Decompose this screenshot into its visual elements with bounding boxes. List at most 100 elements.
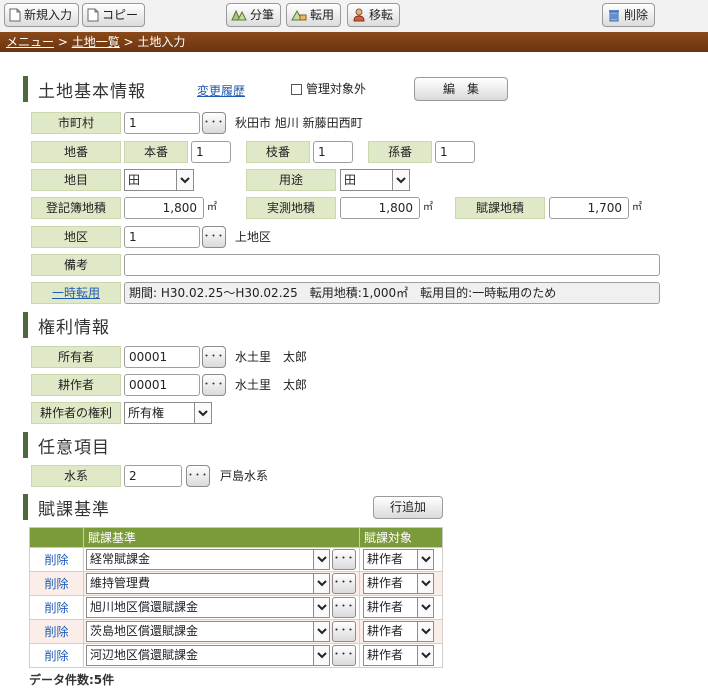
split-button[interactable]: 分筆 [226, 3, 282, 27]
delete-button[interactable]: 削除 [602, 3, 656, 27]
youto-select[interactable]: 田 [340, 169, 410, 191]
levy-target-select[interactable]: 耕作者 [363, 645, 434, 666]
water-system-input[interactable]: 2 [124, 465, 182, 487]
levy-table: 賦課基準 賦課対象 削除 経常賦課金 ･･･ 耕作者 削除 維持管理費 ･･･ … [29, 527, 443, 668]
section-basic-info-heading: 土地基本情報 [23, 76, 146, 102]
cultivator-right-select[interactable]: 所有権 [124, 402, 212, 424]
delete-row-link[interactable]: 削除 [29, 595, 84, 620]
levy-target-selected: 耕作者 [367, 600, 404, 614]
manage-exclude-checkbox[interactable] [291, 84, 302, 95]
levy-target-selected: 耕作者 [367, 648, 404, 662]
chevron-down-icon [417, 574, 433, 593]
transfer-label: 移転 [369, 8, 394, 22]
chevron-down-icon [392, 170, 409, 190]
person-icon [353, 8, 365, 22]
change-history-link[interactable]: 変更履歴 [197, 82, 245, 99]
levy-target-select[interactable]: 耕作者 [363, 573, 434, 594]
edaban-input[interactable]: 1 [313, 141, 353, 163]
section-bar [23, 76, 28, 102]
registered-area-input[interactable]: 1,800 [124, 197, 204, 219]
chevron-down-icon [313, 622, 329, 641]
district-code-input[interactable]: 1 [124, 226, 200, 248]
levy-basis-select[interactable]: 維持管理費 [86, 573, 330, 594]
convert-label: 転用 [310, 8, 335, 22]
levy-basis-select[interactable]: 旭川地区償還賦課金 [86, 597, 330, 618]
levy-target-select[interactable]: 耕作者 [363, 597, 434, 618]
document-icon [87, 8, 99, 22]
section-title: 任意項目 [38, 437, 110, 458]
cultivator-name: 水土里 太郎 [235, 378, 308, 392]
levy-area-input[interactable]: 1,700 [549, 197, 629, 219]
manage-exclude-label: 管理対象外 [306, 82, 367, 96]
transfer-button[interactable]: 移転 [347, 3, 401, 27]
copy-button[interactable]: コピー [82, 3, 146, 27]
convert-button[interactable]: 転用 [286, 3, 342, 27]
levy-target-select[interactable]: 耕作者 [363, 549, 434, 570]
convert-land-icon [291, 9, 307, 21]
levy-basis-search-button[interactable]: ･･･ [332, 645, 356, 666]
breadcrumb-separator: > [119, 35, 138, 49]
breadcrumb-list-link[interactable]: 土地一覧 [72, 35, 120, 49]
section-bar [23, 432, 28, 458]
section-title: 土地基本情報 [38, 81, 146, 102]
table-row: 削除 河辺地区償還賦課金 ･･･ 耕作者 [29, 643, 443, 668]
note-label: 備考 [31, 254, 121, 276]
table-row: 削除 維持管理費 ･･･ 耕作者 [29, 571, 443, 596]
chimoku-selected: 田 [128, 173, 141, 187]
levy-basis-search-button[interactable]: ･･･ [332, 549, 356, 570]
magoban-input[interactable]: 1 [435, 141, 475, 163]
district-name: 上地区 [235, 230, 272, 244]
delete-row-link[interactable]: 削除 [29, 643, 84, 668]
temporary-conversion-link[interactable]: 一時転用 [31, 282, 121, 304]
chevron-down-icon [417, 598, 433, 617]
delete-row-link[interactable]: 削除 [29, 547, 84, 572]
city-code-input[interactable]: 1 [124, 112, 200, 134]
column-header-target: 賦課対象 [359, 527, 443, 548]
honban-input[interactable]: 1 [191, 141, 231, 163]
levy-basis-select[interactable]: 経常賦課金 [86, 549, 330, 570]
chevron-down-icon [417, 622, 433, 641]
section-levy-heading: 賦課基準 [23, 494, 110, 520]
cultivator-label: 耕作者 [31, 374, 121, 396]
levy-basis-select[interactable]: 河辺地区償還賦課金 [86, 645, 330, 666]
city-search-button[interactable]: ･･･ [202, 112, 226, 134]
owner-label: 所有者 [31, 346, 121, 368]
edit-button[interactable]: 編 集 [414, 77, 508, 101]
owner-code-input[interactable]: 00001 [124, 346, 200, 368]
registered-area-label: 登記簿地積 [31, 197, 121, 219]
breadcrumb-menu-link[interactable]: メニュー [6, 35, 54, 49]
delete-row-link[interactable]: 削除 [29, 619, 84, 644]
cultivator-code-input[interactable]: 00001 [124, 374, 200, 396]
levy-basis-search-button[interactable]: ･･･ [332, 573, 356, 594]
chevron-down-icon [313, 550, 329, 569]
chimoku-label: 地目 [31, 169, 121, 191]
cultivator-search-button[interactable]: ･･･ [202, 374, 226, 396]
levy-basis-selected: 河辺地区償還賦課金 [90, 648, 199, 662]
levy-basis-search-button[interactable]: ･･･ [332, 621, 356, 642]
section-rights-heading: 権利情報 [23, 312, 110, 338]
record-count: データ件数:5件 [29, 673, 115, 687]
levy-target-selected: 耕作者 [367, 624, 404, 638]
delete-row-link[interactable]: 削除 [29, 571, 84, 596]
levy-target-select[interactable]: 耕作者 [363, 621, 434, 642]
city-name: 秋田市 旭川 新藤田西町 [235, 116, 363, 130]
chevron-down-icon [313, 574, 329, 593]
breadcrumb-current: 土地入力 [137, 35, 186, 49]
levy-basis-search-button[interactable]: ･･･ [332, 597, 356, 618]
measured-area-label: 実測地積 [246, 197, 336, 219]
chimoku-select[interactable]: 田 [124, 169, 194, 191]
cultivator-right-selected: 所有権 [128, 406, 165, 420]
district-search-button[interactable]: ･･･ [202, 226, 226, 248]
levy-basis-select[interactable]: 茨島地区償還賦課金 [86, 621, 330, 642]
add-row-button[interactable]: 行追加 [373, 496, 443, 519]
column-header-action [29, 527, 84, 548]
owner-search-button[interactable]: ･･･ [202, 346, 226, 368]
document-icon [9, 8, 21, 22]
new-entry-button[interactable]: 新規入力 [4, 3, 80, 27]
measured-area-input[interactable]: 1,800 [340, 197, 420, 219]
chevron-down-icon [194, 403, 211, 423]
temporary-conversion-info: 期間: H30.02.25～H30.02.25 転用地積:1,000㎡ 転用目的… [124, 282, 660, 304]
water-system-search-button[interactable]: ･･･ [186, 465, 210, 487]
note-input[interactable] [124, 254, 660, 276]
levy-basis-selected: 維持管理費 [90, 576, 151, 590]
